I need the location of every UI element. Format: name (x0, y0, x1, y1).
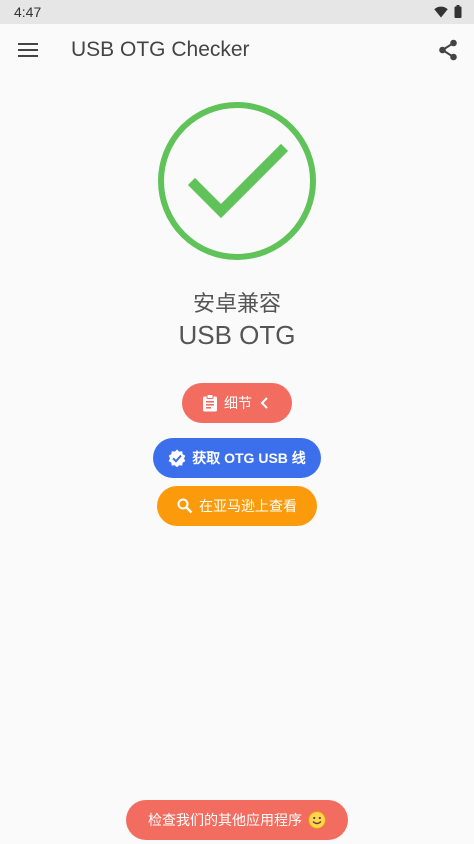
get-otg-cable-label: 获取 OTG USB 线 (192, 450, 306, 466)
search-icon (177, 498, 193, 514)
app-title: USB OTG Checker (71, 38, 250, 61)
compatibility-text: 安卓兼容 (192, 291, 281, 316)
menu-button[interactable] (16, 40, 40, 64)
view-on-amazon-label: 在亚马逊上查看 (199, 498, 297, 514)
status-time: 4:47 (14, 4, 42, 20)
app-bar: USB OTG Checker (0, 24, 474, 80)
get-otg-cable-button[interactable]: 获取 OTG USB 线 (153, 438, 321, 478)
other-apps-button[interactable]: 检查我们的其他应用程序 (126, 800, 348, 840)
status-bar: 4:47 (0, 0, 474, 24)
check-circle-icon (157, 101, 317, 261)
share-button[interactable] (436, 39, 460, 66)
wifi-icon (434, 5, 448, 23)
compatibility-type: USB OTG (178, 320, 296, 350)
view-on-amazon-button[interactable]: 在亚马逊上查看 (157, 486, 317, 526)
other-apps-label: 检查我们的其他应用程序 (148, 812, 302, 828)
verified-badge-icon (168, 449, 186, 467)
chevron-left-icon (258, 396, 272, 410)
menu-icon (18, 42, 38, 62)
battery-icon (454, 5, 462, 23)
details-label: 细节 (224, 395, 252, 411)
smile-icon (308, 811, 326, 829)
clipboard-icon (202, 394, 218, 412)
status-icons (434, 5, 462, 23)
share-icon (438, 39, 458, 66)
details-button[interactable]: 细节 (182, 383, 292, 423)
